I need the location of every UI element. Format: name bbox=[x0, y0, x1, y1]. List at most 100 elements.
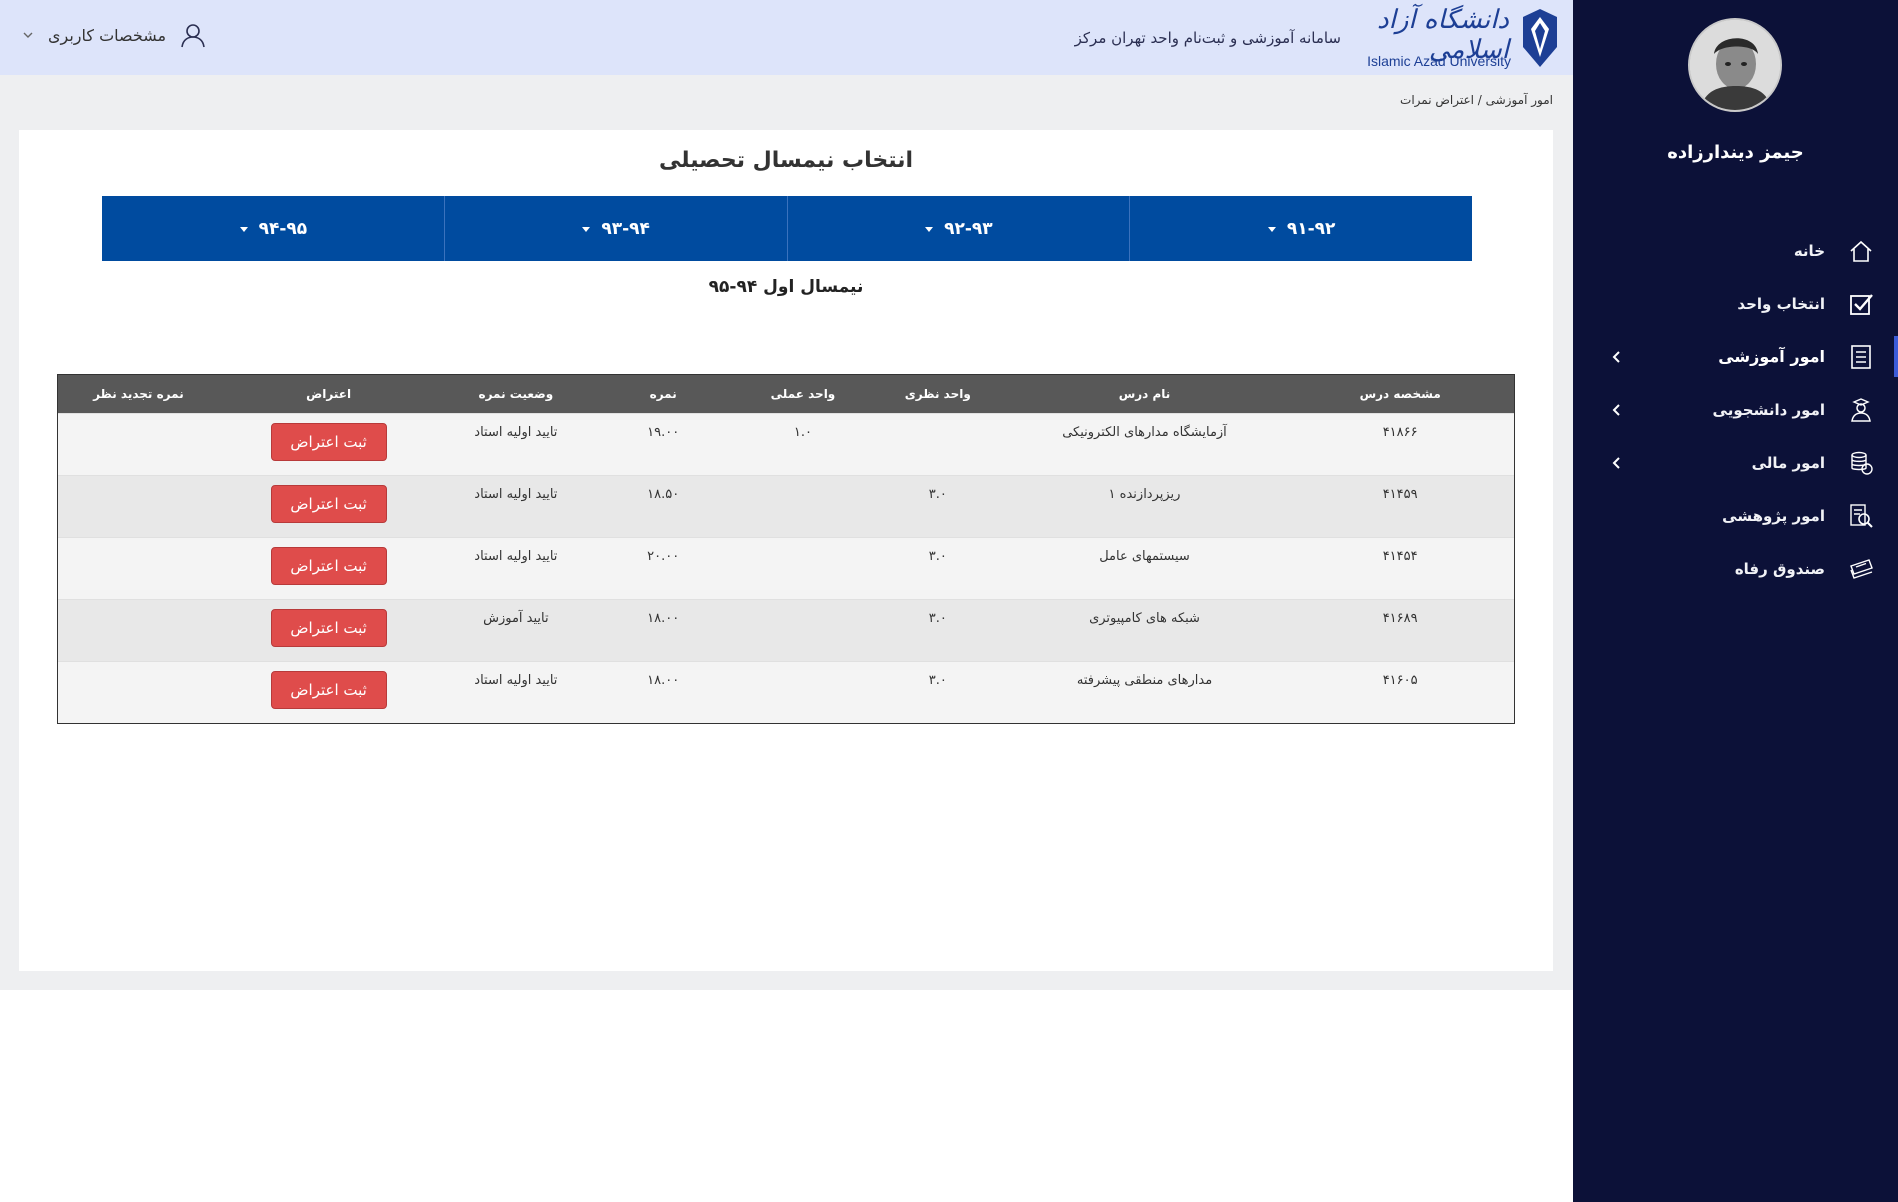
cell-name: سیستمهای عامل bbox=[1099, 549, 1190, 564]
cell-theory: ۳.۰ bbox=[928, 673, 947, 688]
page-title: انتخاب نیمسال تحصیلی bbox=[658, 148, 914, 173]
sidebar-item-financial-affairs[interactable]: امور مالی bbox=[1573, 436, 1898, 489]
sidebar-item-course-selection[interactable]: انتخاب واحد bbox=[1573, 277, 1898, 330]
cell-code: ۴۱۶۸۹ bbox=[1382, 611, 1418, 626]
caret-down-icon bbox=[582, 226, 591, 232]
sidebar-item-research-affairs[interactable]: امور پژوهشی bbox=[1573, 489, 1898, 542]
tab-year-92-93[interactable]: ۹۲-۹۳ bbox=[786, 196, 1130, 261]
submit-objection-button[interactable]: ثبت اعتراض bbox=[270, 547, 387, 585]
grades-table: مشخصه درس نام درس واحد نظری واحد عملی نم… bbox=[57, 374, 1515, 724]
table-row: ۴۱۶۰۵ مدارهای منطقی پیشرفته ۳.۰ ۱۸.۰۰ تا… bbox=[58, 661, 1514, 723]
cell-code: ۴۱۴۵۹ bbox=[1382, 487, 1418, 502]
sidebar: جیمز دیندارزاده خانه انتخاب واحد امور آم… bbox=[1573, 0, 1898, 1202]
submit-objection-button[interactable]: ثبت اعتراض bbox=[270, 671, 387, 709]
cell-theory: ۳.۰ bbox=[928, 549, 947, 564]
submit-objection-button[interactable]: ثبت اعتراض bbox=[270, 609, 387, 647]
col-header-theory: واحد نظری bbox=[904, 387, 971, 401]
tab-label: ۹۳-۹۴ bbox=[601, 218, 650, 239]
col-header-review-grade: نمره تجدید نظر bbox=[93, 387, 184, 401]
cell-name: مدارهای منطقی پیشرفته bbox=[1076, 673, 1213, 688]
chevron-left-icon bbox=[1612, 350, 1620, 363]
table-header: مشخصه درس نام درس واحد نظری واحد عملی نم… bbox=[58, 375, 1514, 413]
chevron-left-icon bbox=[1612, 403, 1620, 416]
cell-theory: ۳.۰ bbox=[928, 611, 947, 626]
cell-grade: ۱۸.۵۰ bbox=[647, 487, 680, 502]
user-name: جیمز دیندارزاده bbox=[1667, 142, 1804, 163]
col-header-status: وضعیت نمره bbox=[478, 387, 554, 401]
tab-year-93-94[interactable]: ۹۳-۹۴ bbox=[443, 196, 787, 261]
cell-objection: ثبت اعتراض bbox=[219, 538, 439, 599]
student-icon bbox=[1847, 396, 1875, 424]
sidebar-item-student-affairs[interactable]: امور دانشجویی bbox=[1573, 383, 1898, 436]
year-tabs: ۹۱-۹۲ ۹۲-۹۳ ۹۳-۹۴ ۹۴-۹۵ bbox=[102, 196, 1472, 261]
table-row: ۴۱۴۵۹ ریزپردازنده ۱ ۳.۰ ۱۸.۵۰ تایید اولی… bbox=[58, 475, 1514, 537]
user-menu-label: مشخصات کاربری bbox=[48, 25, 167, 45]
caret-down-icon bbox=[1267, 226, 1276, 232]
cell-objection: ثبت اعتراض bbox=[219, 414, 439, 475]
cell-status: تایید اولیه استاد bbox=[474, 425, 558, 440]
col-header-objection: اعتراض bbox=[306, 387, 352, 401]
cell-practical: ۱.۰ bbox=[793, 425, 813, 440]
sidebar-item-label: امور آموزشی bbox=[1718, 347, 1825, 366]
tab-year-94-95[interactable]: ۹۴-۹۵ bbox=[102, 196, 444, 261]
user-icon bbox=[181, 24, 205, 48]
tab-label: ۹۱-۹۲ bbox=[1286, 218, 1336, 239]
submit-objection-button[interactable]: ثبت اعتراض bbox=[270, 485, 387, 523]
avatar[interactable] bbox=[1688, 18, 1782, 112]
sidebar-item-academic-affairs[interactable]: امور آموزشی bbox=[1573, 330, 1898, 383]
cell-name: آزمایشگاه مدارهای الکترونیکی bbox=[1062, 425, 1227, 440]
sidebar-item-label: انتخاب واحد bbox=[1737, 294, 1825, 313]
document-list-icon bbox=[1847, 343, 1875, 371]
cell-code: ۴۱۸۶۶ bbox=[1382, 425, 1418, 440]
cell-review-grade bbox=[58, 662, 219, 723]
table-row: ۴۱۴۵۴ سیستمهای عامل ۳.۰ ۲۰.۰۰ تایید اولی… bbox=[58, 537, 1514, 599]
tab-label: ۹۴-۹۵ bbox=[258, 218, 308, 239]
university-logo[interactable]: دانشگاه آزاد اسلامی Islamic Azad Univers… bbox=[1356, 5, 1561, 69]
checkbox-icon bbox=[1847, 290, 1875, 318]
cell-name: ریزپردازنده ۱ bbox=[1108, 487, 1181, 502]
table-row: ۴۱۸۶۶ آزمایشگاه مدارهای الکترونیکی ۱.۰ ۱… bbox=[58, 413, 1514, 475]
cell-objection: ثبت اعتراض bbox=[219, 476, 439, 537]
chevron-down-icon bbox=[23, 32, 33, 38]
cell-objection: ثبت اعتراض bbox=[219, 662, 439, 723]
tab-label: ۹۲-۹۳ bbox=[944, 218, 993, 239]
chevron-left-icon bbox=[1612, 456, 1620, 469]
cell-practical bbox=[733, 538, 873, 599]
cell-theory: ۳.۰ bbox=[928, 487, 947, 502]
cell-practical bbox=[733, 600, 873, 661]
sidebar-item-home[interactable]: خانه bbox=[1573, 224, 1898, 277]
cell-review-grade bbox=[58, 476, 219, 537]
sidebar-item-label: امور مالی bbox=[1751, 453, 1825, 472]
sidebar-item-label: امور دانشجویی bbox=[1712, 400, 1825, 419]
cell-status: تایید اولیه استاد bbox=[474, 673, 558, 688]
cell-status: تایید اولیه استاد bbox=[474, 487, 558, 502]
submit-objection-button[interactable]: ثبت اعتراض bbox=[270, 423, 387, 461]
cell-review-grade bbox=[58, 600, 219, 661]
cell-practical bbox=[733, 476, 873, 537]
col-header-code: مشخصه درس bbox=[1359, 387, 1441, 401]
card-stack-icon bbox=[1847, 555, 1875, 583]
sidebar-item-welfare-fund[interactable]: صندوق رفاه bbox=[1573, 542, 1898, 595]
coins-icon bbox=[1847, 449, 1875, 477]
cell-review-grade bbox=[58, 414, 219, 475]
caret-down-icon bbox=[239, 226, 248, 232]
cell-grade: ۱۸.۰۰ bbox=[647, 673, 680, 688]
cell-grade: ۲۰.۰۰ bbox=[647, 549, 680, 564]
cell-review-grade bbox=[58, 538, 219, 599]
col-header-grade: نمره bbox=[649, 387, 677, 401]
avatar-image bbox=[1690, 20, 1780, 110]
cell-objection: ثبت اعتراض bbox=[219, 600, 439, 661]
cell-code: ۴۱۴۵۴ bbox=[1382, 549, 1418, 564]
cell-grade: ۱۸.۰۰ bbox=[647, 611, 680, 626]
cell-practical bbox=[733, 662, 873, 723]
research-icon bbox=[1847, 502, 1875, 530]
user-menu[interactable]: مشخصات کاربری bbox=[22, 22, 206, 48]
cell-grade: ۱۹.۰۰ bbox=[647, 425, 680, 440]
breadcrumb: امور آموزشی / اعتراض نمرات bbox=[1400, 93, 1553, 107]
tab-year-91-92[interactable]: ۹۱-۹۲ bbox=[1129, 196, 1472, 261]
cell-status: تایید اولیه استاد bbox=[474, 549, 558, 564]
cell-theory bbox=[873, 414, 1003, 475]
semester-label: نیمسال اول ۹۴-۹۵ bbox=[708, 277, 864, 297]
sidebar-item-label: خانه bbox=[1793, 241, 1825, 260]
col-header-name: نام درس bbox=[1118, 387, 1171, 401]
